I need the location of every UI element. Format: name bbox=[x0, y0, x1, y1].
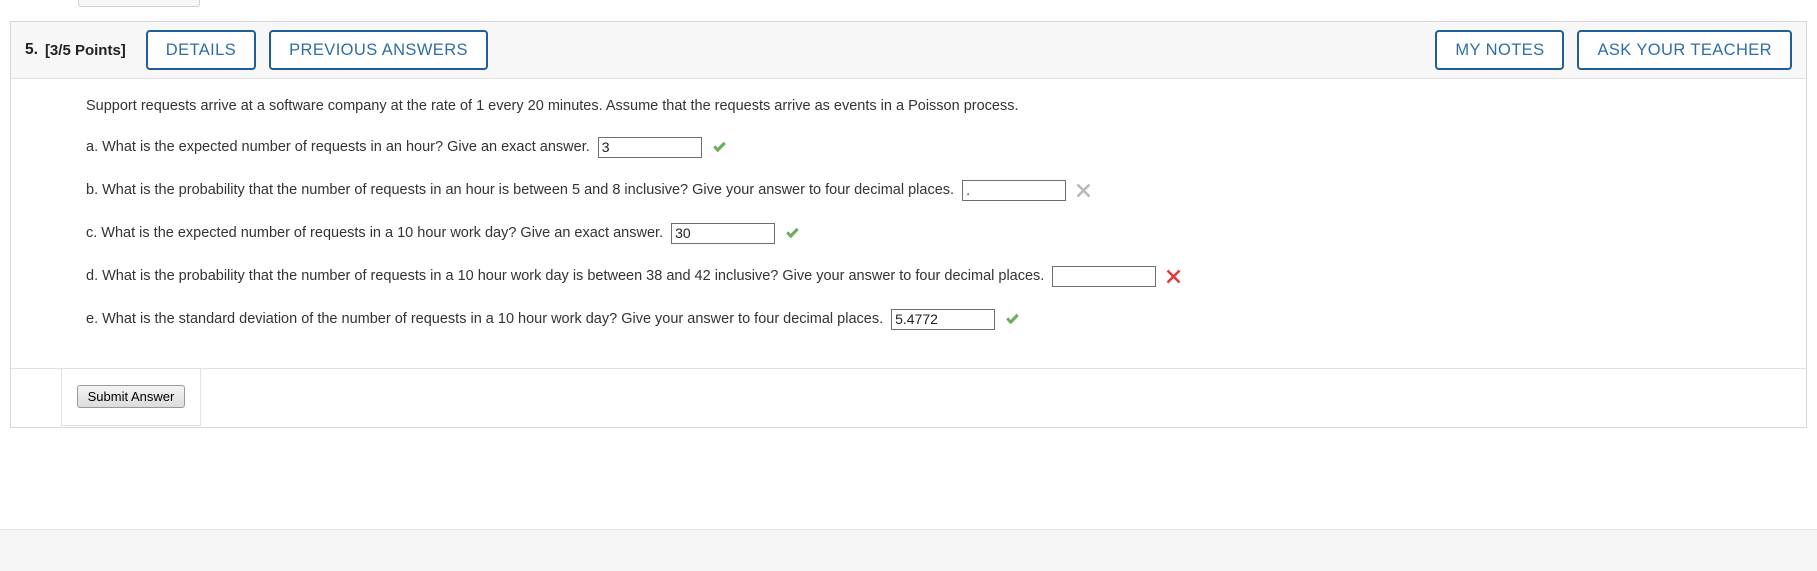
red-x-icon bbox=[1165, 268, 1182, 285]
page-root: 5. [3/5 Points] DETAILS PREVIOUS ANSWERS… bbox=[0, 0, 1817, 571]
submit-area: Submit Answer bbox=[11, 367, 1806, 427]
problem-card: 5. [3/5 Points] DETAILS PREVIOUS ANSWERS… bbox=[10, 21, 1807, 428]
answer-input-b[interactable] bbox=[962, 179, 1067, 201]
page-bottom-strip bbox=[0, 529, 1817, 571]
problem-header: 5. [3/5 Points] DETAILS PREVIOUS ANSWERS… bbox=[11, 22, 1806, 79]
part-label: e. What is the standard deviation of the… bbox=[86, 310, 884, 327]
part-row: c. What is the expected number of reques… bbox=[11, 222, 1806, 244]
submit-answer-button[interactable]: Submit Answer bbox=[76, 385, 186, 409]
problem-body: Support requests arrive at a software co… bbox=[11, 79, 1806, 427]
part-label: b. What is the probability that the numb… bbox=[86, 181, 955, 198]
green-check-icon bbox=[784, 225, 801, 242]
my-notes-button[interactable]: MY NOTES bbox=[1435, 30, 1565, 70]
previous-answers-button[interactable]: PREVIOUS ANSWERS bbox=[269, 30, 488, 70]
answer-input-c[interactable] bbox=[671, 222, 776, 244]
top-tab-fragment bbox=[78, 0, 200, 7]
submit-box: Submit Answer bbox=[61, 368, 201, 426]
answer-input-a[interactable] bbox=[597, 136, 702, 158]
details-button[interactable]: DETAILS bbox=[145, 30, 257, 70]
part-label: a. What is the expected number of reques… bbox=[86, 138, 590, 155]
part-row: e. What is the standard deviation of the… bbox=[11, 308, 1806, 330]
points-badge: [3/5 Points] bbox=[44, 41, 126, 59]
answer-input-d[interactable] bbox=[1052, 265, 1157, 287]
problem-statement: Support requests arrive at a software co… bbox=[86, 98, 1019, 114]
part-row: d. What is the probability that the numb… bbox=[11, 265, 1806, 287]
problem-number: 5. bbox=[25, 41, 38, 58]
part-row: b. What is the probability that the numb… bbox=[11, 179, 1806, 201]
green-check-icon bbox=[711, 139, 728, 156]
ask-your-teacher-button[interactable]: ASK YOUR TEACHER bbox=[1577, 30, 1792, 70]
green-check-icon bbox=[1004, 311, 1021, 328]
part-label: d. What is the probability that the numb… bbox=[86, 267, 1045, 284]
answer-input-e[interactable] bbox=[891, 308, 996, 330]
gray-x-icon bbox=[1075, 182, 1092, 199]
part-row: a. What is the expected number of reques… bbox=[11, 136, 1806, 158]
part-label: c. What is the expected number of reques… bbox=[86, 224, 664, 241]
